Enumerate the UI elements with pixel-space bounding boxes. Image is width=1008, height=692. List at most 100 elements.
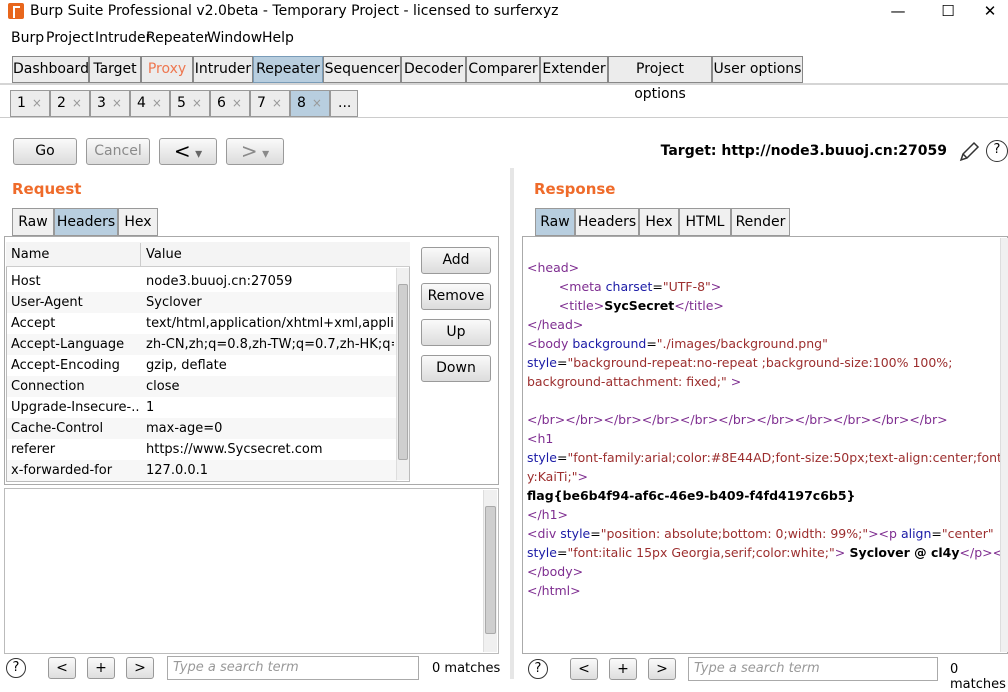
back-button[interactable]: < ▾ bbox=[159, 138, 217, 165]
repeater-tab-3[interactable]: 3 × bbox=[90, 90, 130, 117]
forward-button[interactable]: > ▾ bbox=[226, 138, 284, 165]
table-row[interactable]: Accept text/html,application/xhtml+xml,ap… bbox=[7, 313, 397, 334]
close-tab-icon[interactable]: × bbox=[312, 96, 322, 110]
add-search-button[interactable]: + bbox=[609, 658, 637, 680]
response-tab-html[interactable]: HTML bbox=[679, 208, 731, 236]
menu-intruder[interactable]: Intruder bbox=[95, 30, 151, 46]
tab-decoder[interactable]: Decoder bbox=[401, 56, 466, 83]
response-tab-headers[interactable]: Headers bbox=[575, 208, 639, 236]
table-row[interactable]: Connection close bbox=[7, 376, 397, 397]
code-line: style="background-repeat:no-repeat ;back… bbox=[527, 353, 952, 372]
code-token: = bbox=[556, 450, 568, 465]
tab-sequencer[interactable]: Sequencer bbox=[323, 56, 401, 83]
tab-target[interactable]: Target bbox=[89, 56, 141, 83]
prev-match-button[interactable]: < bbox=[570, 658, 598, 680]
table-row[interactable]: Accept-Language zh-CN,zh;q=0.8,zh-TW;q=0.… bbox=[7, 334, 397, 355]
tab-proxy[interactable]: Proxy bbox=[141, 56, 193, 83]
code-line: </h1> bbox=[527, 505, 568, 524]
table-row[interactable]: Accept-Encoding gzip, deflate bbox=[7, 355, 397, 376]
tab-comparer[interactable]: Comparer bbox=[466, 56, 540, 83]
minimize-button[interactable]: — bbox=[876, 0, 920, 24]
column-value-header[interactable]: Value bbox=[146, 247, 182, 262]
close-tab-icon[interactable]: × bbox=[272, 96, 282, 110]
code-line: </html> bbox=[527, 581, 581, 600]
response-tab-raw[interactable]: Raw bbox=[535, 208, 575, 236]
close-tab-icon[interactable]: × bbox=[232, 96, 242, 110]
cancel-button[interactable]: Cancel bbox=[86, 138, 150, 165]
next-match-button[interactable]: > bbox=[126, 657, 154, 679]
column-name-header[interactable]: Name bbox=[11, 247, 49, 262]
repeater-tab-6[interactable]: 6 × bbox=[210, 90, 250, 117]
go-button[interactable]: Go bbox=[13, 138, 77, 165]
request-tab-hex[interactable]: Hex bbox=[118, 208, 158, 236]
code-line: y:KaiTi;"> bbox=[527, 467, 588, 486]
pencil-icon[interactable] bbox=[958, 141, 980, 163]
response-tab-hex[interactable]: Hex bbox=[639, 208, 679, 236]
code-line: <head> bbox=[527, 258, 579, 277]
request-search-input[interactable]: Type a search term bbox=[167, 656, 419, 680]
tab-intruder[interactable]: Intruder bbox=[193, 56, 253, 83]
repeater-tab-2[interactable]: 2 × bbox=[50, 90, 90, 117]
tab-user-options[interactable]: User options bbox=[712, 56, 803, 83]
close-button[interactable]: ✕ bbox=[968, 0, 1008, 24]
close-tab-icon[interactable]: × bbox=[32, 96, 42, 110]
repeater-tab-7[interactable]: 7 × bbox=[250, 90, 290, 117]
request-tab-headers[interactable]: Headers bbox=[54, 208, 118, 236]
code-token: <h1 bbox=[527, 431, 554, 446]
code-token: style bbox=[527, 545, 557, 560]
close-tab-icon[interactable]: × bbox=[112, 96, 122, 110]
menu-burp[interactable]: Burp bbox=[11, 30, 44, 46]
table-row[interactable]: Host node3.buuoj.cn:27059 bbox=[7, 271, 397, 292]
close-tab-icon[interactable]: × bbox=[152, 96, 162, 110]
add-search-button[interactable]: + bbox=[87, 657, 115, 679]
scrollbar-thumb[interactable] bbox=[485, 506, 496, 634]
code-token: Syclover @ cl4y bbox=[845, 545, 960, 560]
maximize-button[interactable]: ☐ bbox=[926, 0, 970, 24]
table-scrollbar[interactable] bbox=[396, 268, 409, 480]
split-pane-divider[interactable] bbox=[510, 168, 514, 679]
up-button[interactable]: Up bbox=[421, 319, 491, 346]
remove-button[interactable]: Remove bbox=[421, 283, 491, 310]
repeater-tab-1[interactable]: 1 × bbox=[10, 90, 50, 117]
menu-project[interactable]: Project bbox=[46, 30, 94, 46]
help-icon[interactable]: ? bbox=[986, 140, 1008, 162]
next-match-button[interactable]: > bbox=[648, 658, 676, 680]
repeater-tab-8[interactable]: 8 × bbox=[290, 90, 330, 117]
repeater-tab-4[interactable]: 4 × bbox=[130, 90, 170, 117]
add-button[interactable]: Add bbox=[421, 247, 491, 274]
table-row[interactable]: x-forwarded-for 127.0.0.1 bbox=[7, 460, 397, 481]
target-label: Target: http://node3.buuoj.cn:27059 bbox=[660, 143, 947, 159]
repeater-tab-5[interactable]: 5 × bbox=[170, 90, 210, 117]
code-line: </head> bbox=[527, 315, 583, 334]
code-token: flag{be6b4f94-af6c-46e9-b409-f4fd4197c6b… bbox=[527, 488, 856, 503]
close-tab-icon[interactable]: × bbox=[72, 96, 82, 110]
help-icon[interactable]: ? bbox=[6, 658, 26, 678]
response-search-input[interactable]: Type a search term bbox=[688, 657, 938, 681]
code-token: <div bbox=[527, 526, 561, 541]
tab-repeater[interactable]: Repeater bbox=[253, 56, 323, 83]
repeater-tab-more[interactable]: ... bbox=[330, 90, 358, 117]
code-token: background-attachment: fixed;" bbox=[527, 374, 727, 389]
table-row[interactable]: Cache-Control max-age=0 bbox=[7, 418, 397, 439]
request-body-editor[interactable] bbox=[4, 488, 499, 654]
menu-repeater[interactable]: Repeater bbox=[146, 30, 210, 46]
table-row[interactable]: referer https://www.Sycsecret.com bbox=[7, 439, 397, 460]
close-tab-icon[interactable]: × bbox=[192, 96, 202, 110]
scrollbar-thumb[interactable] bbox=[398, 284, 408, 460]
request-tab-raw[interactable]: Raw bbox=[12, 208, 54, 236]
body-scrollbar[interactable] bbox=[483, 490, 497, 652]
down-button[interactable]: Down bbox=[421, 355, 491, 382]
help-icon[interactable]: ? bbox=[528, 659, 548, 679]
request-title: Request bbox=[12, 180, 82, 198]
tab-dashboard[interactable]: Dashboard bbox=[12, 56, 89, 83]
table-row[interactable]: User-Agent Syclover bbox=[7, 292, 397, 313]
menu-help[interactable]: Help bbox=[262, 30, 294, 46]
response-tab-render[interactable]: Render bbox=[731, 208, 790, 236]
menu-window[interactable]: Window bbox=[207, 30, 262, 46]
prev-match-button[interactable]: < bbox=[48, 657, 76, 679]
tab-extender[interactable]: Extender bbox=[540, 56, 608, 83]
response-scrollbar[interactable] bbox=[1000, 238, 1008, 652]
table-row[interactable]: Upgrade-Insecure-... 1 bbox=[7, 397, 397, 418]
header-value: https://www.Sycsecret.com bbox=[146, 442, 323, 457]
tab-project-options[interactable]: Project options bbox=[608, 56, 712, 102]
